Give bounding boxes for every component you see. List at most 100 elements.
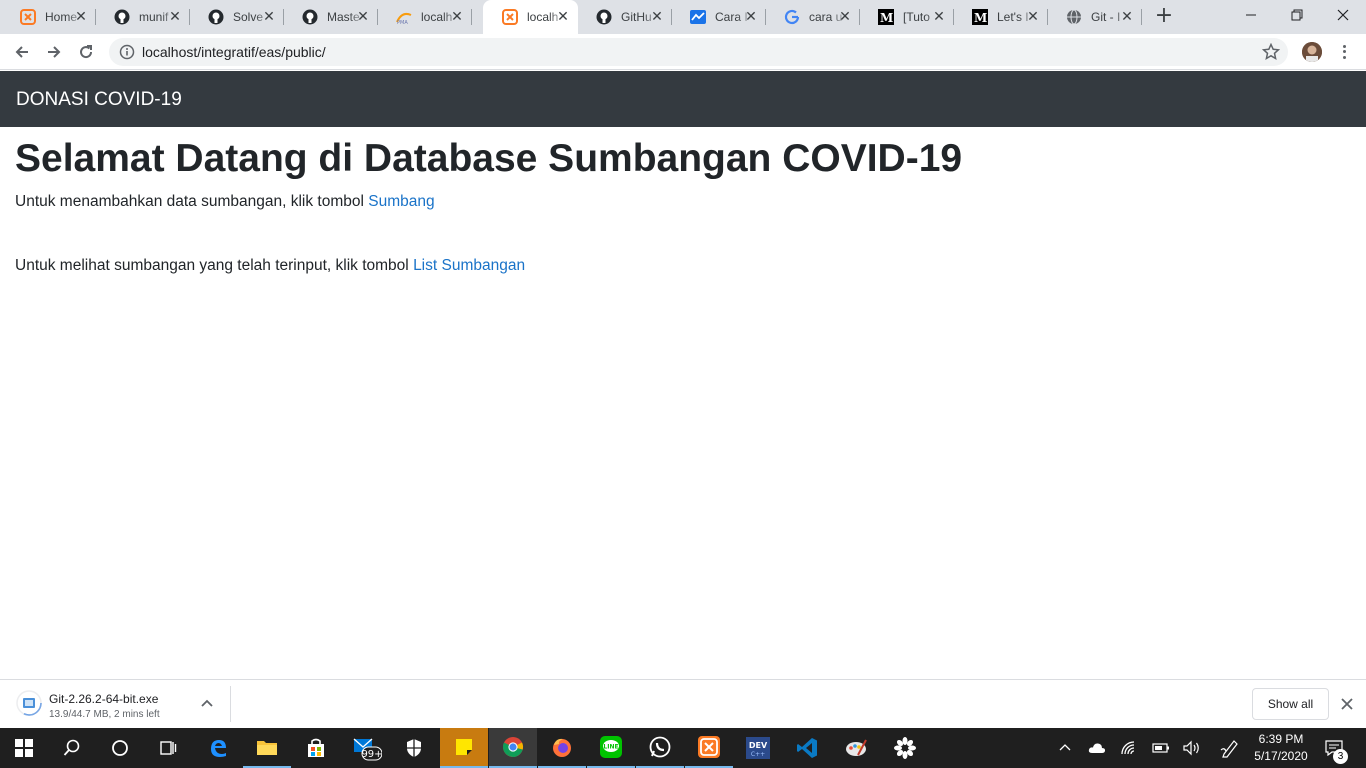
svg-text:DEV: DEV	[749, 741, 768, 750]
tab-phpmyadmin[interactable]: PMA localh ✕	[377, 0, 472, 34]
security-shield-icon[interactable]	[390, 728, 438, 768]
tab-close-icon[interactable]: ✕	[556, 10, 570, 24]
svg-text:C++: C++	[751, 751, 765, 758]
svg-text:M: M	[880, 11, 893, 25]
google-icon	[784, 9, 800, 25]
edge-icon[interactable]	[194, 728, 242, 768]
github-icon	[114, 9, 130, 25]
clock-date: 5/17/2020	[1254, 749, 1308, 763]
onedrive-cloud-icon[interactable]	[1081, 728, 1113, 768]
svg-text:LINE: LINE	[603, 744, 618, 751]
tab-git[interactable]: Git - I ✕	[1047, 0, 1142, 34]
search-icon[interactable]	[48, 728, 96, 768]
browser-toolbar: localhost/integratif/eas/public/	[0, 34, 1366, 70]
volume-icon[interactable]	[1176, 728, 1208, 768]
address-bar[interactable]: localhost/integratif/eas/public/	[109, 38, 1288, 66]
file-explorer-icon[interactable]	[243, 728, 291, 768]
tab-close-icon[interactable]: ✕	[262, 10, 276, 24]
firefox-icon[interactable]	[538, 728, 586, 768]
tab-close-icon[interactable]: ✕	[1120, 10, 1134, 24]
clock-time: 6:39 PM	[1258, 732, 1304, 746]
svg-text:PMA: PMA	[397, 20, 408, 25]
notification-count-badge: 3	[1333, 749, 1348, 764]
task-view-icon[interactable]	[144, 728, 192, 768]
close-window-icon[interactable]	[1320, 0, 1366, 30]
show-hidden-icons-chevron-icon[interactable]	[1049, 728, 1081, 768]
restore-icon[interactable]	[1274, 0, 1320, 30]
sumbang-link[interactable]: Sumbang	[368, 193, 434, 210]
tab-solve[interactable]: Solve ✕	[189, 0, 284, 34]
site-navbar: DONASI COVID-19	[0, 71, 1366, 127]
tab-close-icon[interactable]: ✕	[74, 10, 88, 24]
intro-paragraph-add: Untuk menambahkan data sumbangan, klik t…	[15, 193, 435, 211]
vscode-icon[interactable]	[783, 728, 831, 768]
minimize-icon[interactable]	[1228, 0, 1274, 30]
tab-close-icon[interactable]: ✕	[838, 10, 852, 24]
back-icon[interactable]	[8, 38, 36, 66]
tab-close-icon[interactable]: ✕	[932, 10, 946, 24]
tab-separator	[1141, 9, 1142, 25]
tab-google-search[interactable]: cara u ✕	[765, 0, 860, 34]
github-icon	[596, 9, 612, 25]
system-clock[interactable]: 6:39 PM 5/17/2020	[1252, 731, 1310, 765]
paint-icon[interactable]	[832, 728, 880, 768]
mail-badge: 99+	[361, 749, 382, 760]
globe-icon	[1066, 9, 1082, 25]
tab-medium-lets[interactable]: M Let's I ✕	[953, 0, 1048, 34]
intro-paragraph-list: Untuk melihat sumbangan yang telah terin…	[15, 257, 525, 275]
tab-close-icon[interactable]: ✕	[450, 10, 464, 24]
cortana-icon[interactable]	[96, 728, 144, 768]
whatsapp-icon[interactable]	[636, 728, 684, 768]
tab-home[interactable]: Home ✕	[1, 0, 96, 34]
show-all-button[interactable]: Show all	[1252, 688, 1329, 720]
pen-ink-icon[interactable]	[1214, 728, 1246, 768]
tab-close-icon[interactable]: ✕	[168, 10, 182, 24]
wifi-icon[interactable]	[1113, 728, 1145, 768]
battery-icon[interactable]	[1145, 728, 1177, 768]
info-icon[interactable]	[119, 44, 135, 60]
navbar-brand[interactable]: DONASI COVID-19	[16, 89, 182, 111]
tab-close-icon[interactable]: ✕	[744, 10, 758, 24]
tab-master[interactable]: Maste ✕	[283, 0, 378, 34]
reload-icon[interactable]	[72, 38, 100, 66]
xampp-taskbar-icon[interactable]	[685, 728, 733, 768]
medium-icon: M	[878, 9, 894, 25]
download-status: 13.9/44.7 MB, 2 mins left	[49, 709, 160, 720]
new-tab-icon[interactable]: +	[1152, 5, 1176, 28]
tab-close-icon[interactable]: ✕	[650, 10, 664, 24]
close-shelf-icon[interactable]	[1339, 696, 1355, 712]
bookmark-star-icon[interactable]	[1261, 42, 1281, 61]
mail-icon[interactable]: 99+	[341, 728, 389, 768]
start-windows-icon[interactable]	[0, 728, 48, 768]
tab-medium-tuto[interactable]: M [Tuto ✕	[859, 0, 954, 34]
tab-munif[interactable]: munif ✕	[95, 0, 190, 34]
github-icon	[302, 9, 318, 25]
store-icon[interactable]	[292, 728, 340, 768]
chart-site-icon	[690, 9, 706, 25]
chrome-icon[interactable]	[489, 728, 537, 768]
shelf-divider	[230, 686, 231, 722]
paragraph-text: Untuk melihat sumbangan yang telah terin…	[15, 257, 414, 274]
list-sumbangan-link[interactable]: List Sumbangan	[413, 257, 525, 274]
dev-cpp-icon[interactable]: DEV C++	[734, 728, 782, 768]
tab-close-icon[interactable]: ✕	[356, 10, 370, 24]
phpmyadmin-icon: PMA	[396, 9, 412, 25]
menu-kebab-icon[interactable]	[1336, 42, 1352, 62]
url-text[interactable]: localhost/integratif/eas/public/	[142, 44, 326, 60]
forward-icon[interactable]	[40, 38, 68, 66]
flower-app-icon[interactable]	[881, 728, 929, 768]
tab-localhost-active[interactable]: localh ✕	[483, 0, 578, 34]
tab-close-icon[interactable]: ✕	[1026, 10, 1040, 24]
download-shelf: Git-2.26.2-64-bit.exe 13.9/44.7 MB, 2 mi…	[0, 679, 1366, 728]
page-title: Selamat Datang di Database Sumbangan COV…	[15, 137, 963, 180]
download-filename[interactable]: Git-2.26.2-64-bit.exe	[49, 692, 158, 706]
tab-cara[interactable]: Cara I ✕	[671, 0, 766, 34]
line-icon[interactable]: LINE	[587, 728, 635, 768]
sticky-notes-icon[interactable]	[440, 728, 488, 768]
tab-strip: Home ✕ munif ✕ Solve ✕ Maste ✕ PMA local…	[0, 0, 1366, 34]
chevron-up-icon[interactable]	[199, 696, 215, 712]
installer-file-icon[interactable]	[16, 690, 42, 716]
xampp-icon	[502, 9, 518, 25]
tab-github[interactable]: GitHu ✕	[577, 0, 672, 34]
profile-avatar[interactable]	[1302, 42, 1322, 62]
